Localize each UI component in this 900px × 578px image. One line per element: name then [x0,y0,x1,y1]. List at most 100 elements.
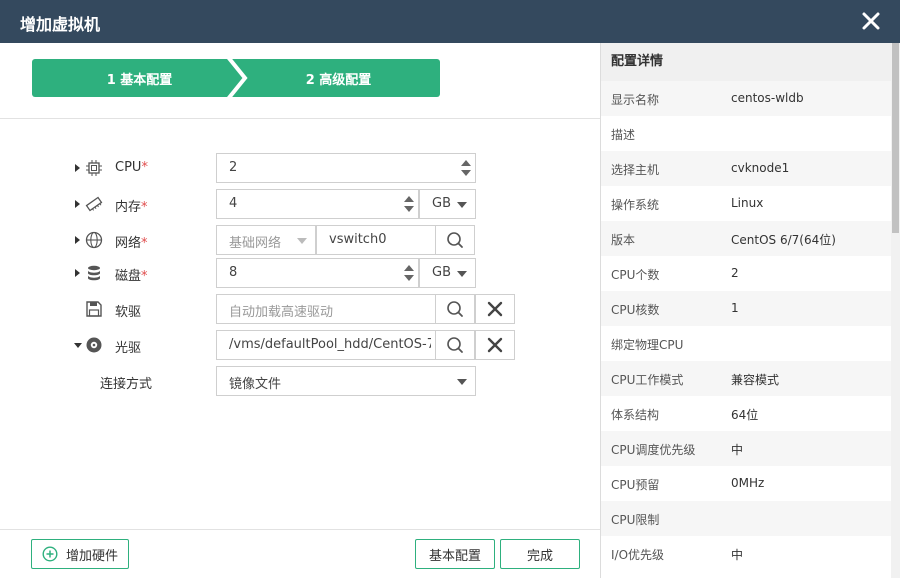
details-panel: 配置详情 显示名称 centos-wldb 描述选择主机 cvknode1 操作系统 Li… [601,43,891,578]
detail-row: CPU调度优先级 中 [601,431,891,466]
globe-icon [85,231,103,249]
memory-stick-icon [85,196,103,212]
detail-value: 中 [731,548,744,562]
required-mark: * [141,236,148,251]
spinner-icon[interactable] [402,193,416,215]
disk-unit: GB [432,265,451,280]
detail-key: I/O优先级 [611,548,665,562]
detail-value: centos-wldb [731,91,804,105]
memory-value: 4 [229,196,238,211]
required-mark: * [141,160,148,175]
detail-value: CentOS 6/7(64位) [731,233,836,247]
scrollbar-thumb[interactable] [892,43,899,233]
cdrom-search-button[interactable] [435,330,475,360]
cpu-row: CPU* 2 [0,153,600,183]
basic-config-button[interactable]: 基本配置 [415,539,495,569]
collapse-caret-icon[interactable] [74,343,82,348]
disk-row: 磁盘* 8 GB [0,258,600,288]
chevron-down-icon [457,202,467,208]
detail-row: 描述 [601,116,891,151]
detail-row: 体系结构 64位 [601,396,891,431]
detail-key: 体系结构 [611,408,660,422]
plus-circle-icon [42,546,58,562]
memory-label: 内存 [115,200,142,215]
cpu-value: 2 [229,160,238,175]
detail-value: cvknode1 [731,161,790,175]
detail-row: 显示名称 centos-wldb [601,81,891,116]
floppy-label: 软驱 [115,305,142,320]
cdrom-path: /vms/defaultPool_hdd/CentOS-7-x86_64 [229,337,431,352]
cdrom-label: 光驱 [115,341,142,356]
floppy-placeholder: 自动加载高速驱动 [229,305,334,320]
spinner-icon[interactable] [402,262,416,284]
detail-row: 版本 CentOS 6/7(64位) [601,221,891,256]
memory-unit-select[interactable]: GB [419,189,476,219]
detail-key: CPU个数 [611,268,660,282]
detail-value: 0MHz [731,476,765,490]
detail-key: 显示名称 [611,93,660,107]
detail-row: CPU限制 [601,501,891,536]
detail-key: CPU核数 [611,303,660,317]
expand-caret-icon[interactable] [75,164,80,172]
connect-mode-row: 连接方式 镜像文件 [0,366,600,396]
detail-row: CPU核数 1 [601,291,891,326]
cdrom-path-input[interactable]: /vms/defaultPool_hdd/CentOS-7-x86_64 [216,330,436,360]
detail-key: 描述 [611,128,636,142]
details-scrollbar[interactable] [891,43,900,578]
required-mark: * [141,200,148,215]
add-hardware-button[interactable]: 增加硬件 [31,539,129,569]
expand-caret-icon[interactable] [75,200,80,208]
expand-caret-icon[interactable] [75,236,80,244]
network-search-button[interactable] [435,225,475,255]
detail-value: 64位 [731,408,759,422]
details-title: 配置详情 [601,43,891,81]
search-icon [447,337,463,353]
detail-row: 选择主机 cvknode1 [601,151,891,186]
detail-row: 绑定物理CPU [601,326,891,361]
detail-row: 操作系统 Linux [601,186,891,221]
detail-key: 选择主机 [611,163,660,177]
close-icon [487,337,503,353]
floppy-disk-icon [86,301,102,317]
chevron-down-icon [297,238,307,244]
disk-input[interactable]: 8 [216,258,419,288]
step-advanced[interactable]: 2 高级配置 [237,59,440,97]
detail-key: 版本 [611,233,636,247]
cpu-input[interactable]: 2 [216,153,476,183]
search-icon [447,232,463,248]
network-type-select: 基础网络 [216,225,316,255]
divider [0,118,600,119]
floppy-clear-button[interactable] [475,294,515,324]
finish-button[interactable]: 完成 [500,539,580,569]
step-indicator: 1 基本配置 2 高级配置 [32,59,440,97]
add-hardware-label: 增加硬件 [65,548,118,564]
required-mark: * [141,269,148,284]
detail-row: I/O优先级 中 [601,536,891,571]
floppy-row: 软驱 自动加载高速驱动 [0,294,600,324]
floppy-search-button[interactable] [435,294,475,324]
floppy-input[interactable]: 自动加载高速驱动 [216,294,436,324]
close-icon [487,301,503,317]
detail-key: CPU工作模式 [611,373,684,387]
memory-input[interactable]: 4 [216,189,419,219]
disk-label: 磁盘 [115,269,142,284]
detail-key: CPU预留 [611,478,660,492]
step-basic[interactable]: 1 基本配置 [32,59,247,97]
disk-unit-select[interactable]: GB [419,258,476,288]
disk-value: 8 [229,265,238,280]
connect-mode-select[interactable]: 镜像文件 [216,366,476,396]
connect-mode-label: 连接方式 [100,377,153,392]
spinner-icon[interactable] [459,157,473,179]
search-icon [447,301,463,317]
close-icon[interactable] [860,10,882,32]
detail-key: CPU调度优先级 [611,443,696,457]
cdrom-clear-button[interactable] [475,330,515,360]
detail-value: 兼容模式 [731,373,780,387]
network-type: 基础网络 [229,236,282,251]
expand-caret-icon[interactable] [75,269,80,277]
network-vswitch-input[interactable]: vswitch0 [316,225,436,255]
details-list: 显示名称 centos-wldb 描述 选择主机 cvknode1 操作系统 Linux 版本… [601,81,891,571]
database-icon [88,265,100,281]
memory-unit: GB [432,196,451,211]
detail-value: 中 [731,443,744,457]
